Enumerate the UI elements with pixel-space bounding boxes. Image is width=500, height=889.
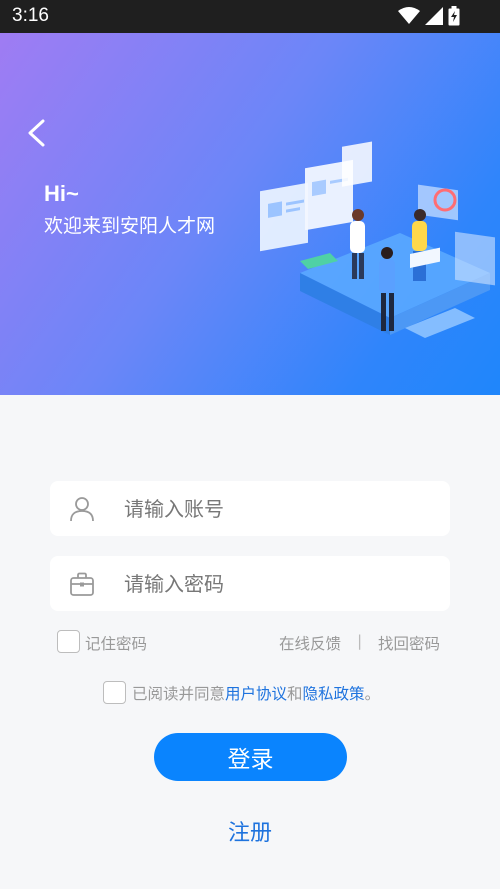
privacy-policy-link[interactable]: 隐私政策: [303, 685, 365, 703]
back-button[interactable]: [18, 113, 58, 153]
agreement-prefix: 已阅读并同意: [132, 685, 226, 703]
agreement-and: 和: [287, 685, 303, 703]
hero-banner: Hi~ 欢迎来到安阳人才网: [0, 33, 500, 395]
password-input[interactable]: [124, 556, 434, 611]
password-field[interactable]: [50, 556, 450, 611]
agreement-suffix: 。: [364, 685, 381, 703]
office-illustration: [260, 141, 495, 338]
agreement-checkbox[interactable]: [103, 681, 126, 704]
wifi-icon: [398, 7, 420, 24]
signal-icon: [425, 7, 443, 25]
forgot-password-link[interactable]: 找回密码: [378, 632, 440, 654]
chevron-left-icon: [28, 119, 45, 147]
register-link[interactable]: 注册: [0, 815, 500, 847]
battery-icon: [448, 6, 460, 26]
remember-password-checkbox[interactable]: [57, 630, 80, 653]
remember-password-label: 记住密码: [85, 635, 148, 653]
status-bar: 3:16: [0, 0, 500, 33]
agreement-text: 已阅读并同意用户协议和隐私政策。: [132, 682, 380, 704]
account-input[interactable]: [124, 481, 434, 536]
user-agreement-link[interactable]: 用户协议: [225, 685, 287, 703]
account-field[interactable]: [50, 481, 450, 536]
welcome-text: 欢迎来到安阳人才网: [44, 215, 216, 237]
feedback-link[interactable]: 在线反馈: [279, 632, 341, 654]
status-time: 3:16: [12, 5, 49, 26]
login-button[interactable]: 登录: [154, 733, 347, 781]
status-icons: [398, 6, 460, 26]
greeting: Hi~: [44, 181, 79, 206]
briefcase-icon: [70, 572, 94, 596]
separator: |: [357, 632, 363, 650]
user-icon: [70, 497, 94, 522]
